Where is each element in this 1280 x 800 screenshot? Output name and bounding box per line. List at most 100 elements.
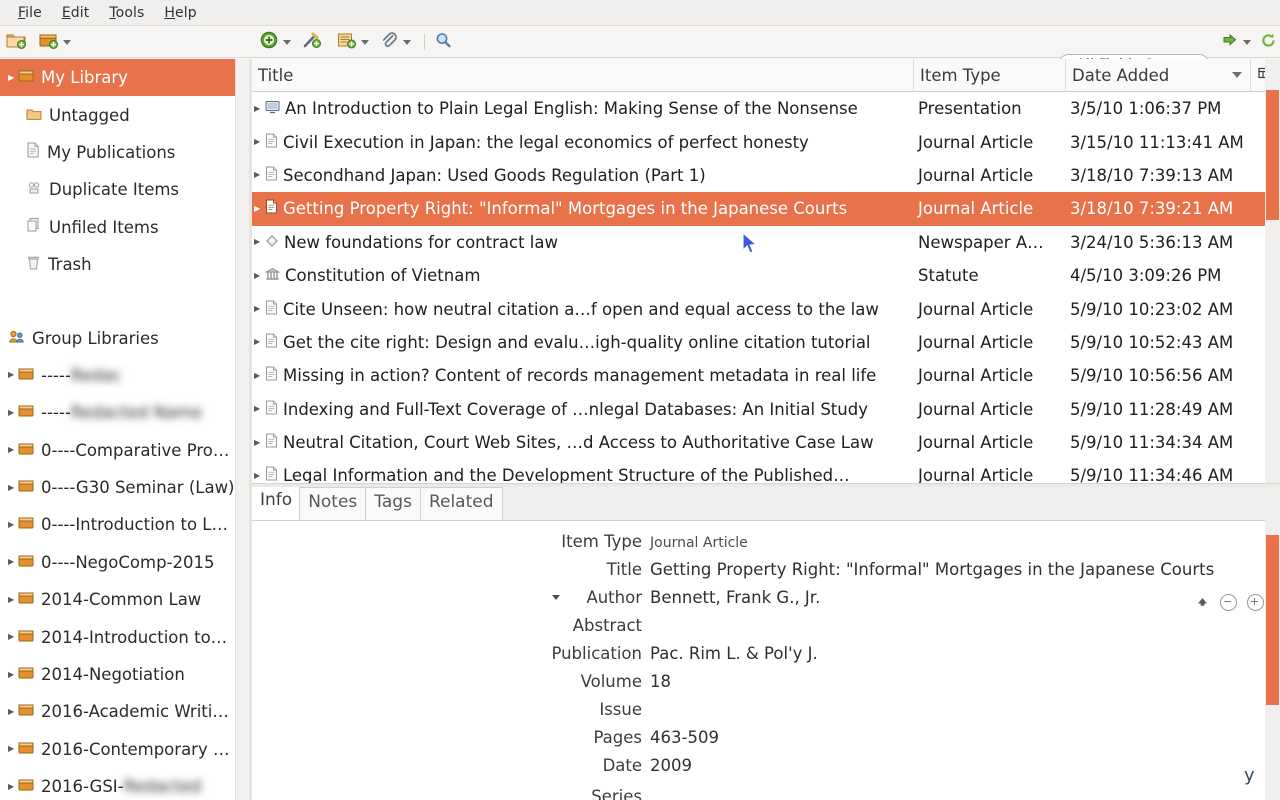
- tab-related[interactable]: Related: [420, 487, 503, 520]
- expand-twisty-icon[interactable]: ▶: [254, 439, 265, 447]
- item-title-cell: ▶ An Introduction to Plain Legal English…: [252, 99, 913, 118]
- item-details-scrollbar[interactable]: [1265, 487, 1280, 800]
- field-value[interactable]: 2009: [642, 756, 692, 775]
- expand-twisty-icon[interactable]: ▶: [254, 272, 265, 280]
- field-value[interactable]: 463-509: [642, 728, 719, 747]
- field-value[interactable]: Pac. Rim L. & Pol'y J.: [642, 644, 818, 663]
- expand-twisty-icon[interactable]: ▶: [8, 409, 18, 417]
- advanced-search-button[interactable]: [434, 30, 452, 54]
- new-item-button[interactable]: [260, 30, 291, 54]
- column-header-title[interactable]: Title: [252, 59, 913, 92]
- table-row-selected[interactable]: ▶ Getting Property Right: "Informal" Mor…: [252, 192, 1280, 225]
- field-value[interactable]: Getting Property Right: "Informal" Mortg…: [642, 560, 1214, 579]
- expand-twisty-icon[interactable]: ▶: [8, 484, 18, 492]
- column-header-date-added[interactable]: Date Added: [1065, 59, 1250, 92]
- expand-twisty-icon[interactable]: ▶: [8, 745, 18, 753]
- new-note-button[interactable]: [336, 30, 369, 54]
- expand-twisty-icon[interactable]: ▶: [8, 671, 18, 679]
- sidebar-item-duplicate-items[interactable]: Duplicate Items: [0, 171, 235, 208]
- sidebar-group-7[interactable]: ▶ 2014-Introduction to…: [0, 618, 235, 655]
- menu-file[interactable]: File: [8, 3, 52, 23]
- sidebar-group-2[interactable]: ▶ 0----Comparative Pro…: [0, 432, 235, 469]
- sidebar-group-header-label: Group Libraries: [32, 329, 159, 348]
- table-row[interactable]: ▶ Constitution of Vietnam Statute 4/5/10…: [252, 259, 1280, 292]
- locate-button[interactable]: [1222, 30, 1251, 54]
- table-row[interactable]: ▶ Indexing and Full-Text Coverage of …nl…: [252, 393, 1280, 426]
- expand-twisty-icon[interactable]: ▶: [8, 633, 18, 641]
- field-label: Author: [252, 588, 642, 607]
- field-value[interactable]: Bennett, Frank G., Jr.: [642, 588, 820, 607]
- items-list-scrollbar[interactable]: [1265, 59, 1280, 483]
- table-row[interactable]: ▶ Missing in action? Content of records …: [252, 359, 1280, 392]
- remove-creator-button[interactable]: [1220, 594, 1237, 611]
- sidebar-group-8[interactable]: ▶ 2014-Negotiation: [0, 656, 235, 693]
- expand-twisty-icon[interactable]: ▶: [254, 405, 265, 413]
- sidebar-group-4[interactable]: ▶ 0----Introduction to L…: [0, 506, 235, 543]
- collections-sidebar[interactable]: ▶ My Library Untagged: [0, 59, 235, 800]
- expand-twisty-icon[interactable]: ▶: [8, 446, 18, 454]
- add-creator-button[interactable]: [1247, 594, 1264, 611]
- sidebar-item-untagged[interactable]: Untagged: [0, 96, 235, 133]
- expand-twisty-icon[interactable]: ▶: [254, 171, 265, 179]
- table-row[interactable]: ▶ Neutral Citation, Court Web Sites, …d …: [252, 426, 1280, 459]
- creator-disclosure-icon[interactable]: [552, 595, 560, 600]
- item-type-cell: Journal Article: [913, 166, 1065, 185]
- table-row[interactable]: ▶ New foundations for contract law Newsp…: [252, 226, 1280, 259]
- expand-twisty-icon[interactable]: ▶: [8, 783, 18, 791]
- sidebar-item-trash[interactable]: Trash: [0, 246, 235, 283]
- expand-twisty-icon[interactable]: ▶: [254, 138, 265, 146]
- sidebar-group-5[interactable]: ▶ 0----NegoComp-2015: [0, 544, 235, 581]
- expand-twisty-icon[interactable]: ▶: [8, 74, 18, 82]
- expand-twisty-icon[interactable]: ▶: [254, 472, 265, 480]
- sidebar-item-my-library[interactable]: ▶ My Library: [0, 59, 235, 96]
- library-icon: [18, 628, 34, 647]
- item-details-scrollbar-thumb[interactable]: [1266, 535, 1279, 705]
- add-attachment-button[interactable]: [380, 30, 411, 54]
- field-value[interactable]: 18: [642, 672, 671, 691]
- table-row[interactable]: ▶ An Introduction to Plain Legal English…: [252, 92, 1280, 125]
- table-row[interactable]: ▶ Civil Execution in Japan: the legal ec…: [252, 125, 1280, 158]
- table-row[interactable]: ▶ Legal Information and the Development …: [252, 459, 1280, 483]
- column-header-item-type[interactable]: Item Type: [913, 59, 1065, 92]
- menu-tools[interactable]: Tools: [99, 3, 154, 23]
- add-by-identifier-button[interactable]: [302, 30, 322, 54]
- author-switch-mode-icon[interactable]: [1195, 593, 1210, 612]
- sidebar-group-1[interactable]: ▶ ----- Redacted Name: [0, 394, 235, 431]
- expand-twisty-icon[interactable]: ▶: [254, 205, 265, 213]
- sidebar-item-my-publications[interactable]: My Publications: [0, 134, 235, 171]
- menu-edit[interactable]: Edit: [52, 3, 100, 23]
- sidebar-scrollbar[interactable]: [235, 59, 249, 800]
- expand-twisty-icon[interactable]: ▶: [8, 371, 18, 379]
- expand-twisty-icon[interactable]: ▶: [8, 558, 18, 566]
- sidebar-item-label: -----: [41, 403, 71, 422]
- sidebar-group-libraries-header[interactable]: Group Libraries: [0, 319, 235, 356]
- tab-tags[interactable]: Tags: [365, 487, 421, 520]
- sidebar-group-10[interactable]: ▶ 2016-Contemporary …: [0, 731, 235, 768]
- expand-twisty-icon[interactable]: ▶: [254, 238, 265, 246]
- sidebar-group-6[interactable]: ▶ 2014-Common Law: [0, 581, 235, 618]
- sidebar-group-9[interactable]: ▶ 2016-Academic Writi…: [0, 693, 235, 730]
- items-list[interactable]: Title Item Type Date Added ▶: [252, 59, 1280, 483]
- new-library-button[interactable]: [38, 30, 71, 54]
- expand-twisty-icon[interactable]: ▶: [8, 521, 18, 529]
- tab-info[interactable]: Info: [252, 487, 300, 520]
- menu-help[interactable]: Help: [154, 3, 206, 23]
- expand-twisty-icon[interactable]: ▶: [254, 105, 265, 113]
- table-row[interactable]: ▶ Get the cite right: Design and evalu…i…: [252, 326, 1280, 359]
- new-collection-button[interactable]: [6, 30, 26, 54]
- items-list-scrollbar-thumb[interactable]: [1266, 90, 1279, 220]
- expand-twisty-icon[interactable]: ▶: [8, 708, 18, 716]
- field-value[interactable]: Journal Article: [642, 535, 748, 551]
- table-row[interactable]: ▶ Secondhand Japan: Used Goods Regulatio…: [252, 159, 1280, 192]
- expand-twisty-icon[interactable]: ▶: [254, 338, 265, 346]
- tab-notes[interactable]: Notes: [299, 487, 366, 520]
- expand-twisty-icon[interactable]: ▶: [254, 305, 265, 313]
- sidebar-group-0[interactable]: ▶ ----- Redac: [0, 357, 235, 394]
- sync-button[interactable]: [1260, 30, 1277, 54]
- sidebar-group-11[interactable]: ▶ 2016-GSI- Redacted: [0, 768, 235, 800]
- expand-twisty-icon[interactable]: ▶: [254, 372, 265, 380]
- expand-twisty-icon[interactable]: ▶: [8, 596, 18, 604]
- table-row[interactable]: ▶ Cite Unseen: how neutral citation a…f …: [252, 292, 1280, 325]
- sidebar-item-unfiled-items[interactable]: Unfiled Items: [0, 209, 235, 246]
- sidebar-group-3[interactable]: ▶ 0----G30 Seminar (Law): [0, 469, 235, 506]
